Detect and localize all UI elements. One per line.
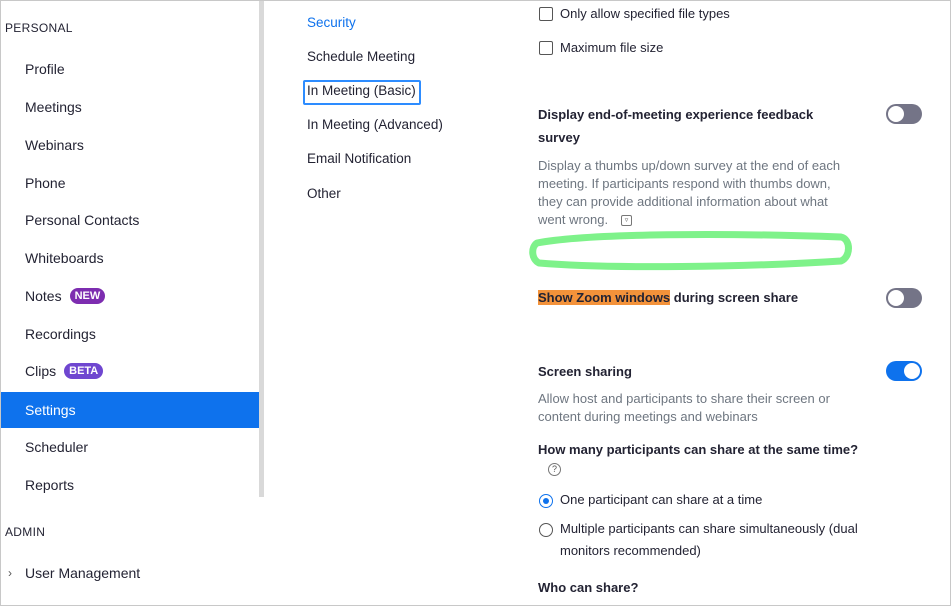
help-icon[interactable]: ? [548, 463, 561, 476]
sidebar-item-label: Personal Contacts [25, 212, 140, 228]
screen-sharing-desc-2: content during meetings and webinars [538, 409, 758, 424]
feedback-survey-title-line1: Display end-of-meeting experience feedba… [538, 107, 814, 122]
file-types-checkbox[interactable] [539, 7, 553, 21]
feedback-survey-title-line2: survey [538, 130, 580, 145]
one-participant-label: One participant can share at a time [560, 492, 763, 507]
toggle-knob [904, 363, 920, 379]
toggle-knob [888, 106, 904, 122]
personal-heading: PERSONAL [5, 21, 73, 35]
sidebar-item-label: Meetings [25, 99, 82, 115]
who-can-share-title: Who can share? [538, 580, 639, 595]
multiple-participants-label-1: Multiple participants can share simultan… [560, 521, 858, 536]
highlighted-text: Show Zoom windows [538, 290, 671, 305]
show-zoom-windows-title: Show Zoom windows during screen share [538, 290, 798, 305]
sidebar-scrollbar[interactable] [259, 1, 264, 497]
sidebar-item-settings[interactable]: Settings [1, 392, 259, 428]
green-annotation-scribble [529, 231, 852, 271]
sidebar-item-whiteboards[interactable]: Whiteboards [1, 240, 259, 276]
sidebar-item-label: Recordings [25, 326, 96, 342]
one-participant-radio[interactable] [539, 494, 553, 508]
sidebar-item-scheduler[interactable]: Scheduler [1, 429, 259, 465]
admin-heading: ADMIN [5, 525, 46, 539]
sidebar-item-webinars[interactable]: Webinars [1, 127, 259, 163]
feedback-survey-toggle[interactable] [886, 104, 922, 124]
file-types-label: Only allow specified file types [560, 6, 730, 21]
multiple-participants-radio[interactable] [539, 523, 553, 537]
sidebar-item-profile[interactable]: Profile [1, 51, 259, 87]
left-sidebar: PERSONAL Profile Meetings Webinars Phone… [1, 1, 259, 605]
feedback-survey-desc-4: went wrong. [538, 212, 609, 227]
max-file-size-checkbox[interactable] [539, 41, 553, 55]
preview-icon[interactable]: ▿ [621, 215, 632, 226]
feedback-survey-desc-1: Display a thumbs up/down survey at the e… [538, 158, 841, 173]
sidebar-item-label: Webinars [25, 137, 84, 153]
screen-sharing-title: Screen sharing [538, 364, 632, 379]
subnav-in-meeting-basic[interactable]: In Meeting (Basic) [307, 83, 416, 98]
share-count-question: How many participants can share at the s… [538, 442, 859, 457]
subnav-email-notification[interactable]: Email Notification [307, 151, 411, 166]
feedback-survey-desc-2: meeting. If participants respond with th… [538, 176, 831, 191]
sidebar-item-recordings[interactable]: Recordings [1, 316, 259, 352]
beta-badge: BETA [64, 363, 104, 379]
app-window: PERSONAL Profile Meetings Webinars Phone… [0, 0, 951, 606]
subnav-security[interactable]: Security [307, 15, 356, 30]
sidebar-item-personal-contacts[interactable]: Personal Contacts [1, 202, 259, 238]
toggle-knob [888, 290, 904, 306]
sidebar-item-label: Settings [25, 402, 76, 418]
subnav-in-meeting-advanced[interactable]: In Meeting (Advanced) [307, 117, 443, 132]
sidebar-item-label: User Management [25, 565, 141, 581]
sidebar-item-phone[interactable]: Phone [1, 165, 259, 201]
sidebar-item-label: Scheduler [25, 439, 89, 455]
sidebar-item-label: Profile [25, 61, 65, 77]
max-file-size-label: Maximum file size [560, 40, 664, 55]
show-zoom-windows-toggle[interactable] [886, 288, 922, 308]
sidebar-item-notes[interactable]: Notes NEW [1, 278, 259, 314]
sidebar-item-label: Reports [25, 477, 75, 493]
sidebar-item-reports[interactable]: Reports [1, 467, 259, 503]
sidebar-item-label: Whiteboards [25, 250, 104, 266]
screen-sharing-desc-1: Allow host and participants to share the… [538, 391, 830, 406]
sidebar-item-clips[interactable]: Clips BETA [1, 353, 259, 389]
multiple-participants-label-2: monitors recommended) [560, 543, 701, 558]
screen-sharing-toggle[interactable] [886, 361, 922, 381]
sidebar-item-meetings[interactable]: Meetings [1, 89, 259, 125]
subnav-other[interactable]: Other [307, 186, 341, 201]
title-rest: during screen share [670, 290, 799, 305]
chevron-right-icon: › [8, 566, 12, 580]
sidebar-item-label: Phone [25, 175, 66, 191]
new-badge: NEW [69, 288, 106, 304]
sidebar-item-label: Notes [25, 288, 62, 304]
subnav-schedule-meeting[interactable]: Schedule Meeting [307, 49, 415, 64]
sidebar-item-label: Clips [25, 363, 57, 379]
sidebar-item-user-management[interactable]: › User Management [1, 555, 259, 591]
feedback-survey-desc-3: they can provide additional information … [538, 194, 828, 209]
